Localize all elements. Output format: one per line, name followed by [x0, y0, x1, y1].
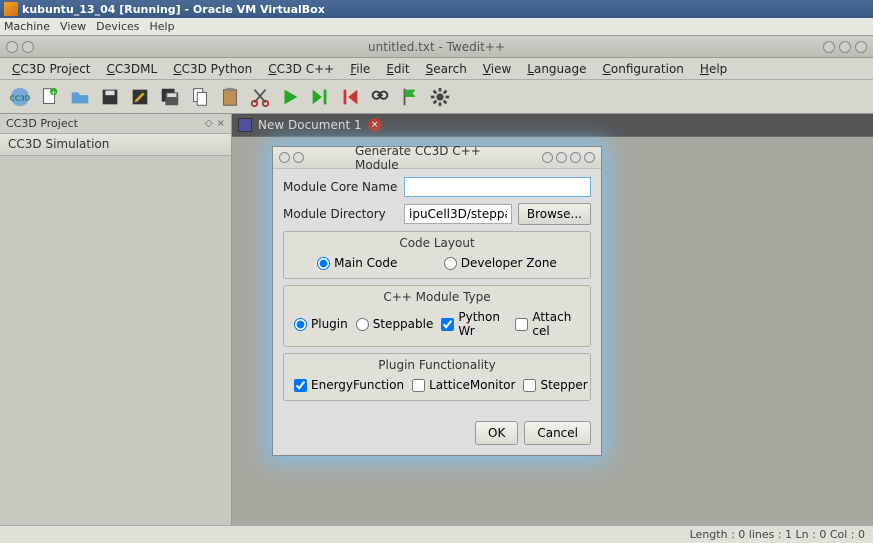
- dialog-max-icon[interactable]: [570, 152, 581, 163]
- plugin-radio[interactable]: Plugin: [294, 317, 348, 331]
- menu-cc3d-project[interactable]: CC3D Project: [4, 60, 99, 78]
- dev-zone-radio-input[interactable]: [444, 257, 457, 270]
- steppable-radio[interactable]: Steppable: [356, 317, 434, 331]
- menu-file[interactable]: File: [342, 60, 378, 78]
- vbox-menu: Machine View Devices Help: [0, 18, 873, 36]
- project-tree[interactable]: [0, 156, 231, 525]
- project-panel-title: CC3D Project: [6, 117, 78, 130]
- module-type-title: C++ Module Type: [383, 290, 490, 304]
- app-title: untitled.txt - Twedit++: [368, 40, 505, 54]
- vbox-title: kubuntu_13_04 [Running] - Oracle VM Virt…: [22, 3, 325, 16]
- lattice-check[interactable]: LatticeMonitor: [412, 378, 515, 392]
- cancel-button[interactable]: Cancel: [524, 421, 591, 445]
- app-menu-icon[interactable]: [6, 41, 18, 53]
- energy-check-input[interactable]: [294, 379, 307, 392]
- lattice-check-input[interactable]: [412, 379, 425, 392]
- module-name-input[interactable]: [404, 177, 591, 197]
- stepper-check[interactable]: Stepper: [523, 378, 587, 392]
- menu-cc3dml[interactable]: CC3DML: [99, 60, 166, 78]
- new-icon[interactable]: +: [36, 83, 64, 111]
- menu-view[interactable]: View: [475, 60, 519, 78]
- attach-cell-check-input[interactable]: [515, 318, 528, 331]
- dev-zone-radio[interactable]: Developer Zone: [444, 256, 557, 270]
- dialog-min-icon[interactable]: [556, 152, 567, 163]
- vbox-menu-help[interactable]: Help: [150, 20, 175, 33]
- save-all-icon[interactable]: [156, 83, 184, 111]
- project-panel: CC3D Project ◇ × CC3D Simulation: [0, 114, 232, 525]
- module-type-group: C++ Module Type Plugin Steppable Python …: [283, 285, 591, 347]
- close-panel-icon[interactable]: ×: [217, 118, 225, 129]
- step-icon[interactable]: [306, 83, 334, 111]
- document-icon: [238, 118, 252, 132]
- maximize-icon[interactable]: [839, 41, 851, 53]
- menu-help[interactable]: Help: [692, 60, 735, 78]
- vbox-icon: [4, 2, 18, 16]
- edit-pencil-icon[interactable]: [126, 83, 154, 111]
- generate-module-dialog: Generate CC3D C++ Module Module Core Nam…: [272, 146, 602, 456]
- pin-icon[interactable]: ◇: [205, 118, 213, 129]
- paste-icon[interactable]: [216, 83, 244, 111]
- menu-cc3d-python[interactable]: CC3D Python: [165, 60, 260, 78]
- cc3d-icon[interactable]: CC3D: [6, 83, 34, 111]
- menu-configuration[interactable]: Configuration: [595, 60, 692, 78]
- cut-icon[interactable]: [246, 83, 274, 111]
- toolbar: CC3D +: [0, 80, 873, 114]
- close-icon[interactable]: [855, 41, 867, 53]
- menu-language[interactable]: Language: [519, 60, 594, 78]
- plugin-func-group: Plugin Functionality EnergyFunction Latt…: [283, 353, 591, 401]
- browse-button[interactable]: Browse...: [518, 203, 591, 225]
- vbox-titlebar: kubuntu_13_04 [Running] - Oracle VM Virt…: [0, 0, 873, 18]
- document-tab-label[interactable]: New Document 1: [258, 118, 362, 132]
- simulation-tab[interactable]: CC3D Simulation: [0, 134, 231, 156]
- energy-check[interactable]: EnergyFunction: [294, 378, 404, 392]
- menu-search[interactable]: Search: [418, 60, 475, 78]
- python-wrap-check[interactable]: Python Wr: [441, 310, 507, 338]
- vbox-menu-view[interactable]: View: [60, 20, 86, 33]
- project-panel-header: CC3D Project ◇ ×: [0, 114, 231, 134]
- document-tabs: New Document 1 ×: [232, 114, 873, 136]
- menu-cc3d-cpp[interactable]: CC3D C++: [260, 60, 342, 78]
- gear-icon[interactable]: [426, 83, 454, 111]
- close-tab-icon[interactable]: ×: [368, 118, 382, 132]
- steppable-radio-input[interactable]: [356, 318, 369, 331]
- minimize-icon[interactable]: [823, 41, 835, 53]
- module-dir-input[interactable]: [404, 204, 512, 224]
- copy-icon[interactable]: [186, 83, 214, 111]
- flag-icon[interactable]: [396, 83, 424, 111]
- stepper-check-input[interactable]: [523, 379, 536, 392]
- plugin-radio-input[interactable]: [294, 318, 307, 331]
- app-titlebar: untitled.txt - Twedit++: [0, 36, 873, 58]
- svg-text:+: +: [51, 88, 56, 96]
- dialog-titlebar: Generate CC3D C++ Module: [273, 147, 601, 169]
- undo-icon[interactable]: [336, 83, 364, 111]
- app-pin-icon[interactable]: [22, 41, 34, 53]
- statusbar: Length : 0 lines : 1 Ln : 0 Col : 0: [0, 525, 873, 543]
- vbox-menu-devices[interactable]: Devices: [96, 20, 139, 33]
- dialog-menu-icon[interactable]: [279, 152, 290, 163]
- dialog-pin-icon[interactable]: [293, 152, 304, 163]
- attach-cell-check[interactable]: Attach cel: [515, 310, 580, 338]
- plugin-func-title: Plugin Functionality: [378, 358, 495, 372]
- main-code-radio-input[interactable]: [317, 257, 330, 270]
- code-layout-group: Code Layout Main Code Developer Zone: [283, 231, 591, 279]
- code-layout-title: Code Layout: [399, 236, 474, 250]
- run-icon[interactable]: [276, 83, 304, 111]
- menu-edit[interactable]: Edit: [378, 60, 417, 78]
- module-name-label: Module Core Name: [283, 180, 398, 194]
- dialog-close-icon[interactable]: [584, 152, 595, 163]
- module-dir-label: Module Directory: [283, 207, 398, 221]
- dialog-help-icon[interactable]: [542, 152, 553, 163]
- save-icon[interactable]: [96, 83, 124, 111]
- main-code-radio[interactable]: Main Code: [317, 256, 397, 270]
- python-wrap-check-input[interactable]: [441, 318, 454, 331]
- find-icon[interactable]: [366, 83, 394, 111]
- vbox-menu-machine[interactable]: Machine: [4, 20, 50, 33]
- dialog-title: Generate CC3D C++ Module: [355, 144, 519, 172]
- open-icon[interactable]: [66, 83, 94, 111]
- svg-text:CC3D: CC3D: [10, 93, 31, 102]
- ok-button[interactable]: OK: [475, 421, 518, 445]
- menubar: CC3D Project CC3DML CC3D Python CC3D C++…: [0, 58, 873, 80]
- status-text: Length : 0 lines : 1 Ln : 0 Col : 0: [690, 528, 865, 541]
